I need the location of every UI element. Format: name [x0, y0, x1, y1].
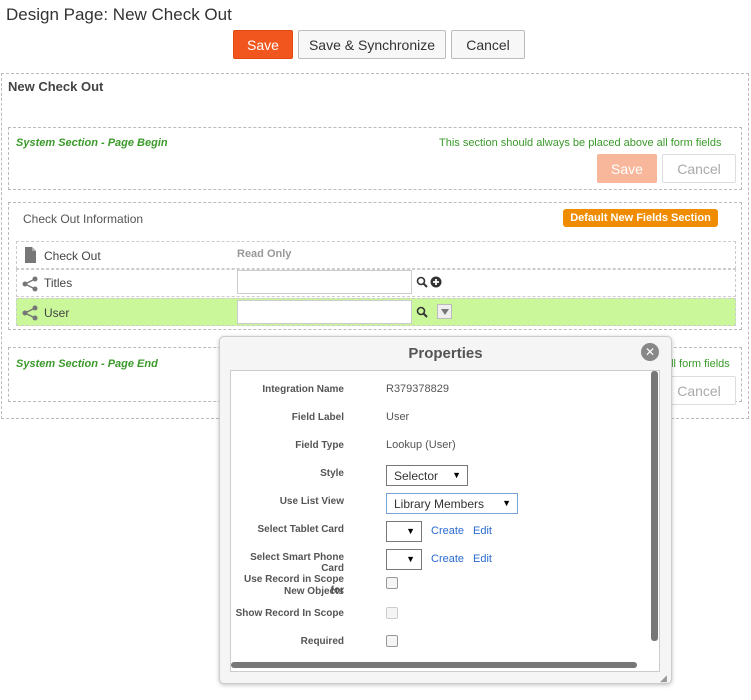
required-label: Required — [300, 636, 344, 647]
field-menu-button[interactable] — [437, 304, 452, 319]
field-row-check-out[interactable]: Check Out Read Only — [16, 241, 736, 269]
tablet-card-select[interactable]: ▼ — [386, 521, 422, 542]
tablet-card-create-link[interactable]: Create — [431, 525, 464, 537]
phone-card-select[interactable]: ▼ — [386, 549, 422, 570]
field-label-label: Field Label — [291, 412, 344, 423]
integration-name-value: R379378829 — [386, 383, 450, 395]
properties-dialog: Properties ✕ Integration Name R379378829… — [219, 336, 672, 684]
phone-card-label: Select Smart Phone Card — [250, 552, 344, 574]
show-record-label: Show Record In Scope — [235, 608, 344, 619]
phone-card-edit-link[interactable]: Edit — [473, 553, 492, 565]
list-view-select-value: Library Members — [394, 496, 485, 511]
field-label-check-out: Check Out — [44, 249, 101, 263]
tablet-card-label: Select Tablet Card — [257, 524, 344, 535]
close-icon[interactable]: ✕ — [641, 343, 659, 361]
share-icon — [22, 276, 38, 292]
field-label-user: User — [44, 306, 70, 320]
field-type-label: Field Type — [295, 440, 344, 451]
page-title: Design Page: New Check Out — [6, 5, 232, 24]
chevron-down-icon: ▼ — [406, 526, 415, 536]
preview-save-button: Save — [597, 154, 657, 183]
field-label-value: User — [386, 411, 410, 423]
system-section-begin-title: System Section - Page Begin — [16, 137, 168, 149]
section-title: Check Out Information — [23, 212, 144, 226]
horizontal-scrollbar[interactable] — [231, 662, 637, 668]
chevron-down-icon: ▼ — [452, 470, 461, 480]
default-section-badge: Default New Fields Section — [563, 209, 718, 227]
chevron-down-icon: ▼ — [406, 554, 415, 564]
chevron-down-icon: ▼ — [502, 498, 511, 508]
integration-name-label: Integration Name — [262, 384, 344, 395]
list-view-label: Use List View — [279, 496, 344, 507]
cancel-button[interactable]: Cancel — [451, 30, 525, 59]
show-record-checkbox — [386, 607, 398, 619]
chevron-down-icon — [441, 309, 449, 315]
style-select-value: Selector — [394, 468, 439, 483]
field-type-value: Lookup (User) — [386, 439, 456, 451]
record-scope-label-line-2: New Objects — [283, 586, 344, 597]
properties-title: Properties — [408, 345, 483, 362]
preview-cancel-button: Cancel — [662, 154, 736, 183]
titles-lookup-input[interactable] — [237, 270, 412, 294]
system-section-begin-note: This section should always be placed abo… — [439, 137, 722, 149]
required-checkbox[interactable] — [386, 635, 398, 647]
phone-card-create-link[interactable]: Create — [431, 553, 464, 565]
save-synchronize-button[interactable]: Save & Synchronize — [298, 30, 446, 59]
read-only-value: Read Only — [237, 248, 292, 260]
vertical-scrollbar[interactable] — [651, 371, 658, 641]
share-icon — [22, 305, 38, 321]
resize-handle-icon[interactable]: ◢ — [660, 673, 667, 684]
preview-cancel-button-end: Cancel — [662, 376, 736, 405]
field-label-titles: Titles — [44, 276, 73, 290]
system-section-end-note: all form fields — [665, 358, 730, 370]
system-section-end-title: System Section - Page End — [16, 358, 158, 370]
user-lookup-input[interactable] — [237, 300, 412, 324]
search-icon[interactable] — [416, 276, 428, 288]
form-title: New Check Out — [8, 79, 104, 94]
document-icon — [25, 247, 36, 263]
tablet-card-edit-link[interactable]: Edit — [473, 525, 492, 537]
list-view-select[interactable]: Library Members ▼ — [386, 493, 518, 514]
style-label: Style — [320, 468, 344, 479]
style-select[interactable]: Selector ▼ — [386, 465, 468, 486]
record-scope-checkbox[interactable] — [386, 577, 398, 589]
add-circle-icon[interactable] — [430, 276, 442, 288]
save-button[interactable]: Save — [233, 30, 293, 59]
search-icon[interactable] — [416, 306, 428, 318]
properties-panel: Integration Name R379378829 Field Label … — [230, 370, 660, 672]
